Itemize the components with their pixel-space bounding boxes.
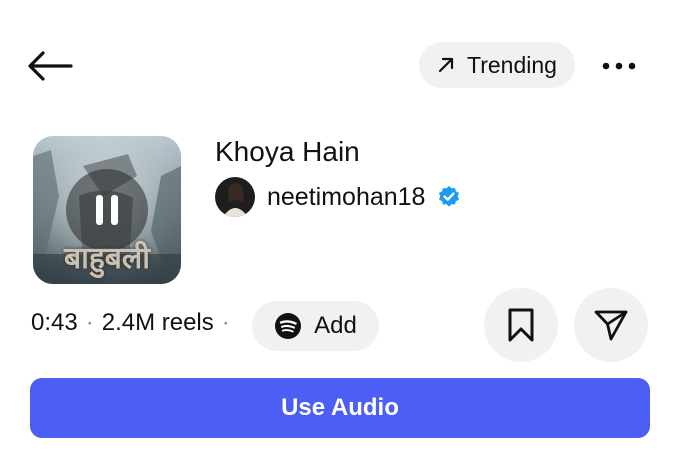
spotify-icon bbox=[275, 313, 302, 339]
use-audio-button[interactable]: Use Audio bbox=[30, 378, 650, 438]
avatar-image bbox=[215, 177, 255, 217]
trending-button[interactable]: Trending bbox=[419, 42, 575, 88]
artist-name: neetimohan18 bbox=[267, 182, 426, 211]
audio-meta: 0:43 · 2.4M reels · bbox=[31, 309, 230, 337]
more-options-button[interactable] bbox=[594, 44, 644, 88]
send-icon bbox=[594, 310, 628, 341]
bookmark-icon bbox=[508, 308, 534, 342]
audio-duration: 0:43 bbox=[31, 309, 78, 336]
arrow-up-right-icon bbox=[438, 57, 454, 73]
cover-title-text: बाहुबली bbox=[63, 241, 151, 276]
add-label: Add bbox=[314, 312, 357, 339]
share-audio-button[interactable] bbox=[574, 288, 648, 362]
trending-label: Trending bbox=[467, 51, 557, 78]
artist-avatar[interactable] bbox=[215, 177, 255, 217]
add-to-spotify-button[interactable]: Add bbox=[252, 301, 379, 351]
arrow-left-icon bbox=[28, 51, 73, 81]
pause-icon bbox=[96, 195, 118, 225]
meta-separator: · bbox=[221, 309, 230, 336]
save-audio-button[interactable] bbox=[484, 288, 558, 362]
back-button[interactable] bbox=[20, 40, 80, 92]
use-audio-label: Use Audio bbox=[281, 394, 399, 421]
meta-separator: · bbox=[85, 309, 94, 336]
artist-link[interactable]: neetimohan18 bbox=[215, 176, 461, 218]
reels-count: 2.4M reels bbox=[101, 309, 214, 336]
verified-badge-icon bbox=[439, 186, 460, 207]
audio-cover[interactable]: बाहुबली bbox=[33, 136, 181, 284]
ellipsis-icon bbox=[602, 62, 636, 70]
track-title: Khoya Hain bbox=[215, 136, 360, 167]
